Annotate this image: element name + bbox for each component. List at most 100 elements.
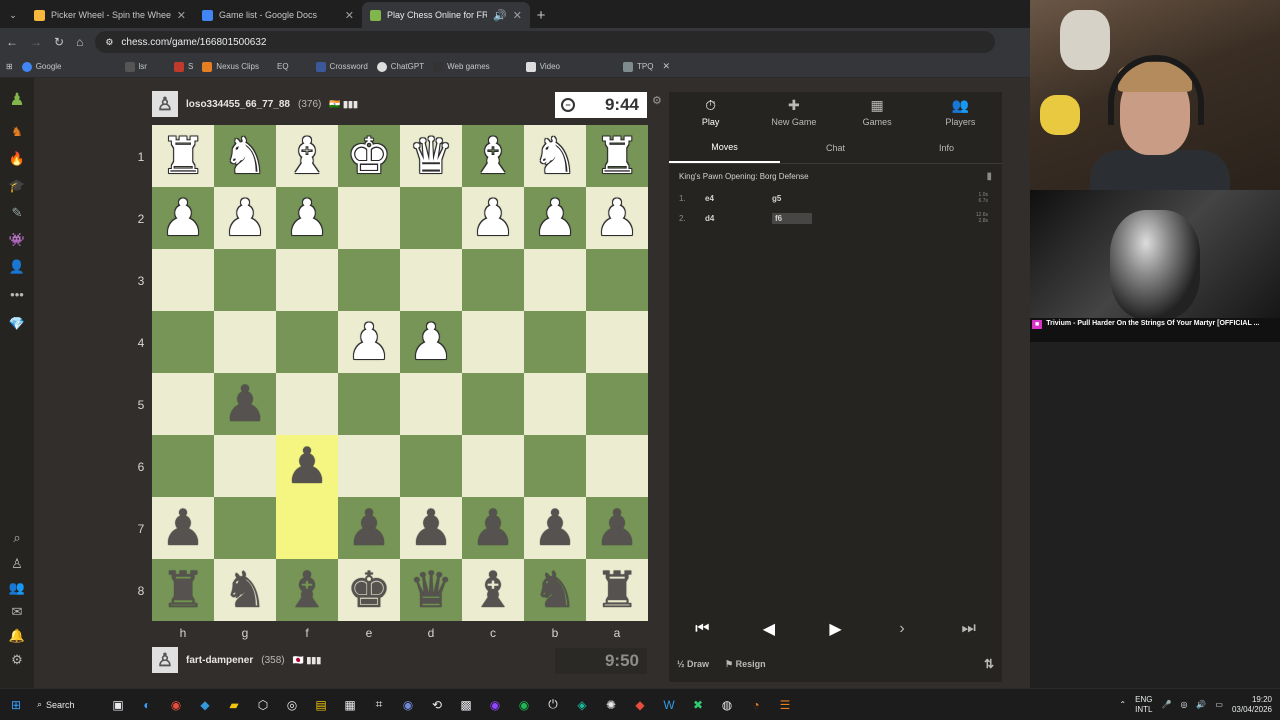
player-name[interactable]: fart-dampener (186, 655, 253, 666)
board-square[interactable] (338, 187, 400, 249)
white-move[interactable]: e4 (705, 194, 772, 203)
profile-nav-icon[interactable]: ♙ (9, 556, 25, 572)
board-square[interactable]: ♛ (400, 125, 462, 187)
board-square[interactable]: ♟ (586, 497, 648, 559)
board-square[interactable] (152, 249, 214, 311)
chrome-icon[interactable]: ◉ (168, 697, 184, 713)
tab-search-chevron-icon[interactable]: ⌄ (0, 2, 26, 28)
board-square[interactable] (152, 373, 214, 435)
black-rook-piece[interactable]: ♜ (161, 565, 206, 615)
tab-chat[interactable]: Chat (780, 132, 891, 163)
white-pawn-piece[interactable]: ♟ (533, 193, 578, 243)
notifications-icon[interactable]: 🔔 (9, 628, 25, 644)
board-square[interactable] (462, 249, 524, 311)
app-icon[interactable]: ✺ (603, 697, 619, 713)
app-icon[interactable]: ☰ (777, 697, 793, 713)
board-square[interactable] (152, 311, 214, 373)
white-knight-piece[interactable]: ♞ (533, 131, 578, 181)
discord-icon[interactable]: ◉ (400, 697, 416, 713)
bookmark-chatgpt[interactable]: ChatGPT (376, 61, 424, 72)
bookmark-nexus-clips[interactable]: Nexus Clips (202, 61, 259, 72)
black-move-current[interactable]: f6 (772, 212, 812, 224)
board-square[interactable]: ♞ (214, 125, 276, 187)
first-move-button[interactable]: ⏮ (677, 614, 727, 644)
play-moves-button[interactable]: ▶ (810, 614, 860, 644)
white-pawn-piece[interactable]: ♟ (223, 193, 268, 243)
puzzles-icon[interactable]: ♞ (9, 124, 25, 140)
bookmark-s[interactable]: S (173, 61, 193, 72)
file-explorer-icon[interactable]: ▰ (226, 697, 242, 713)
board-square[interactable]: ♟ (524, 187, 586, 249)
black-queen-piece[interactable]: ♛ (409, 565, 454, 615)
app-icon[interactable]: ⟲ (429, 697, 445, 713)
board-square[interactable] (276, 249, 338, 311)
social-icon[interactable]: 👾 (9, 232, 25, 248)
settings-icon[interactable]: ⚙ (9, 652, 25, 668)
board-square[interactable] (400, 249, 462, 311)
app-icon[interactable]: ⌗ (371, 697, 387, 713)
board-square[interactable]: ♜ (152, 559, 214, 621)
close-tab-icon[interactable]: ✕ (345, 9, 354, 22)
white-pawn-piece[interactable]: ♟ (409, 317, 454, 367)
board-square[interactable]: ♜ (586, 125, 648, 187)
board-square[interactable] (400, 435, 462, 497)
avatar[interactable]: ♙ (152, 91, 178, 117)
clock-date[interactable]: 19:20 03/04/2026 (1232, 695, 1272, 715)
white-pawn-piece[interactable]: ♟ (347, 317, 392, 367)
bookmark-lsr[interactable]: lsr (124, 61, 147, 72)
black-rook-piece[interactable]: ♜ (595, 565, 640, 615)
last-move-button[interactable]: ⏭ (944, 614, 994, 644)
address-bar[interactable]: ⚙ chess.com/game/166801500632 (95, 31, 996, 53)
app-icon[interactable]: ▦ (342, 697, 358, 713)
black-bishop-piece[interactable]: ♝ (285, 565, 330, 615)
book-icon[interactable]: ▮ (986, 171, 992, 182)
board-square[interactable] (524, 435, 586, 497)
bookmark-google[interactable]: Google (21, 61, 62, 72)
board-square[interactable]: ♟ (214, 373, 276, 435)
reload-icon[interactable]: ↻ (54, 35, 64, 49)
board-square[interactable] (462, 373, 524, 435)
white-pawn-piece[interactable]: ♟ (285, 193, 330, 243)
app-icon[interactable]: ⏻ (545, 697, 561, 713)
tab-players[interactable]: 👥 Players (919, 92, 1002, 132)
chess-board[interactable]: ♜ ♞ ♝ ♚ ♛ ♝ ♞ ♜ ♟ ♟ ♟ ♟ ♟ ♟ ♟ ♟ ♟ ♟ ♟ ♟ ♟ ♟ ♟ ♟ ♜ ♞ ♝ ♚ ♛ ♝ ♞ ♜ (152, 125, 648, 621)
board-square[interactable] (214, 249, 276, 311)
bookmark-web-games[interactable]: Web games (433, 61, 490, 72)
app-icon[interactable]: W (661, 697, 677, 713)
board-square[interactable] (524, 249, 586, 311)
taskbar-search[interactable]: ⌕ Search (37, 699, 97, 710)
tab-picker-wheel[interactable]: Picker Wheel - Spin the Wheel ✕ (26, 2, 194, 28)
black-pawn-piece[interactable]: ♟ (285, 441, 330, 491)
black-bishop-piece[interactable]: ♝ (471, 565, 516, 615)
board-square[interactable]: ♟ (152, 497, 214, 559)
app-icon[interactable]: ◍ (719, 697, 735, 713)
board-square[interactable] (524, 311, 586, 373)
messages-icon[interactable]: ✉ (9, 604, 25, 620)
app-icon[interactable]: ◔ (748, 697, 764, 713)
black-pawn-piece[interactable]: ♟ (161, 503, 206, 553)
board-square[interactable]: ♟ (338, 311, 400, 373)
new-tab-button[interactable]: + (530, 2, 552, 28)
wifi-icon[interactable]: ◎ (1180, 700, 1187, 709)
bookmark-eq[interactable]: EQ (277, 62, 289, 71)
board-square[interactable] (338, 249, 400, 311)
board-square[interactable]: ♞ (214, 559, 276, 621)
previous-move-button[interactable]: ◀ (744, 614, 794, 644)
board-square[interactable] (462, 311, 524, 373)
board-square[interactable]: ♞ (524, 125, 586, 187)
black-king-piece[interactable]: ♚ (347, 565, 392, 615)
board-square[interactable] (462, 435, 524, 497)
microphone-icon[interactable]: 🎤 (1161, 700, 1171, 709)
tab-games[interactable]: ▦ Games (836, 92, 919, 132)
tab-play[interactable]: ⏱ Play (669, 92, 752, 132)
board-square[interactable] (214, 497, 276, 559)
app-icon[interactable]: ▤ (313, 697, 329, 713)
board-square[interactable] (586, 435, 648, 497)
bookmark-crossword[interactable]: Crossword (315, 61, 368, 72)
obs-icon[interactable]: ◎ (284, 697, 300, 713)
player-name[interactable]: loso334455_66_77_88 (186, 99, 290, 110)
board-square[interactable]: ♟ (276, 187, 338, 249)
tab-new-game[interactable]: ✚ New Game (752, 92, 835, 132)
board-square[interactable] (338, 373, 400, 435)
task-view-icon[interactable]: ▣ (110, 697, 126, 713)
